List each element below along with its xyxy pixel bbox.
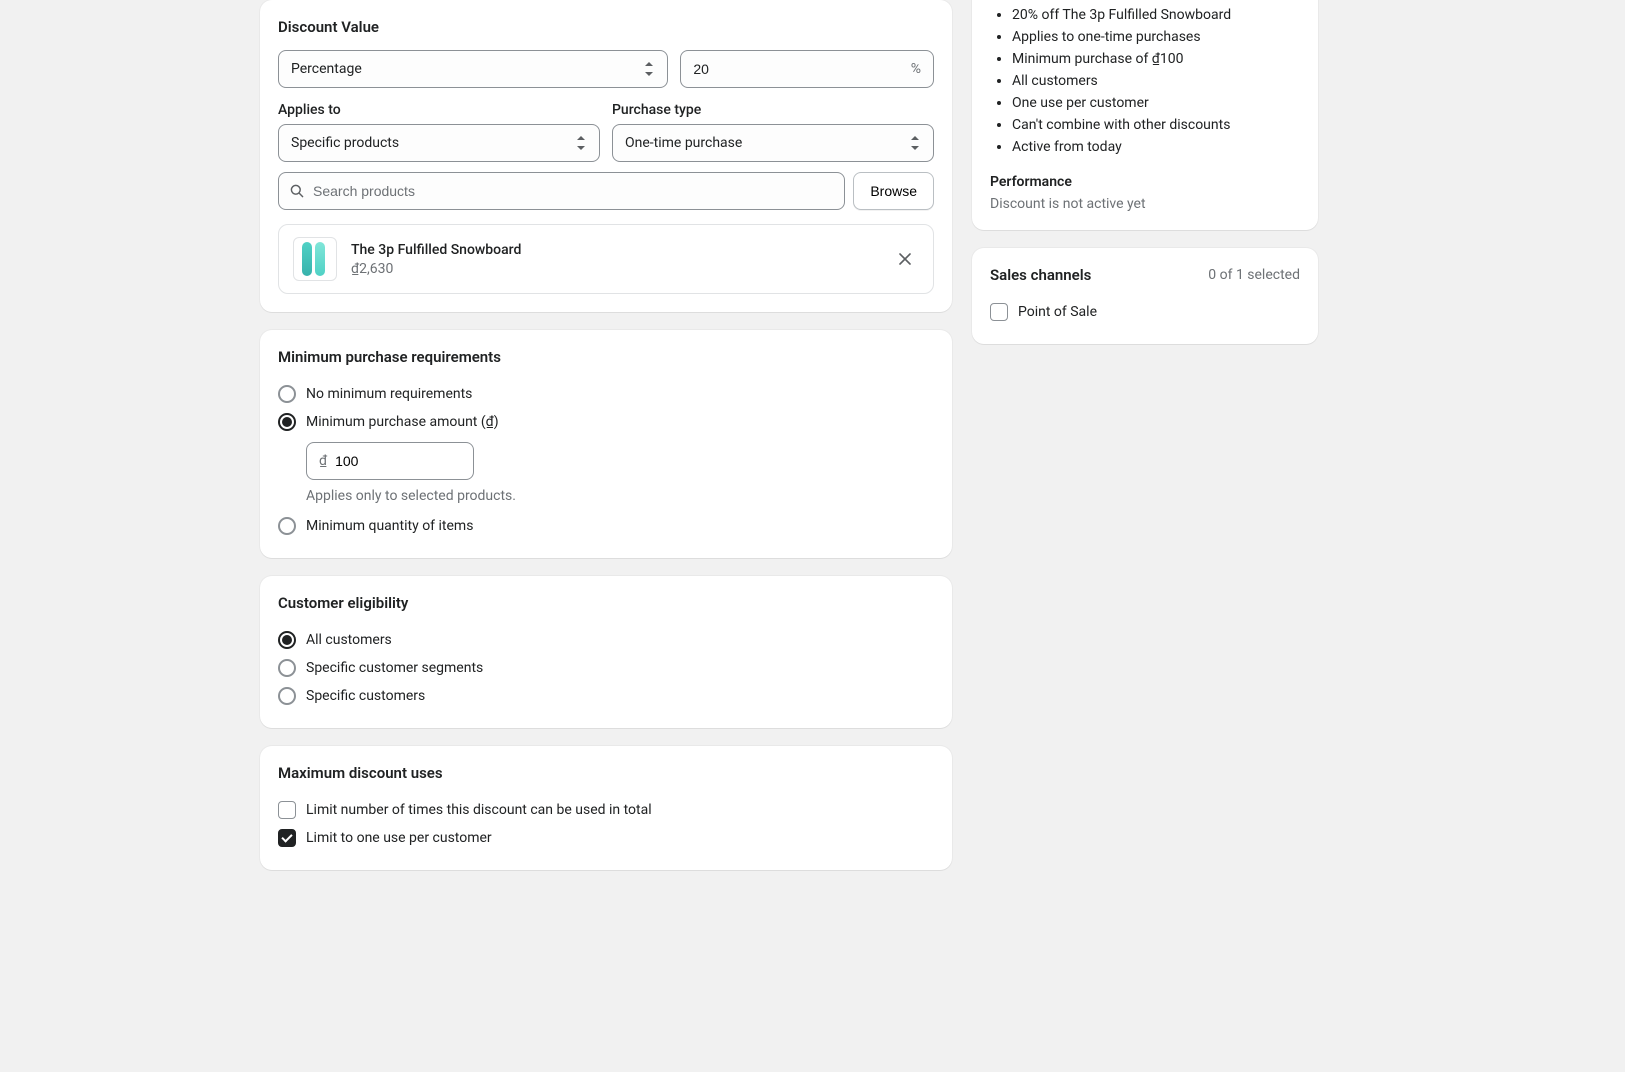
radio-no-minimum[interactable]: No minimum requirements: [278, 380, 934, 408]
currency-prefix: ₫: [319, 453, 327, 469]
discount-value-card: Discount Value Percentage % Applies to S…: [260, 0, 952, 312]
product-title: The 3p Fulfilled Snowboard: [351, 242, 877, 258]
min-amount-input[interactable]: [335, 453, 461, 469]
radio-min-qty-label: Minimum quantity of items: [306, 518, 473, 534]
radio-icon: [278, 517, 296, 535]
max-uses-title: Maximum discount uses: [278, 764, 934, 782]
browse-button[interactable]: Browse: [853, 172, 934, 210]
search-icon: [289, 183, 305, 199]
max-uses-card: Maximum discount uses Limit number of ti…: [260, 746, 952, 870]
selected-product-row: The 3p Fulfilled Snowboard ₫2,630: [278, 224, 934, 294]
remove-product-button[interactable]: [891, 245, 919, 273]
check-limit-total[interactable]: Limit number of times this discount can …: [278, 796, 934, 824]
percent-suffix: %: [911, 61, 921, 77]
radio-icon: [278, 631, 296, 649]
discount-type-select[interactable]: Percentage: [278, 50, 668, 88]
discount-amount-input[interactable]: [693, 61, 902, 77]
checkbox-icon: [278, 829, 296, 847]
discount-value-title: Discount Value: [278, 18, 934, 36]
check-pos-label: Point of Sale: [1018, 304, 1097, 320]
close-icon: [898, 252, 912, 266]
summary-item: Minimum purchase of ₫100: [1012, 48, 1300, 70]
radio-icon: [278, 413, 296, 431]
product-price: ₫2,630: [351, 261, 877, 277]
chevron-updown-icon: [643, 61, 655, 77]
applies-to-label: Applies to: [278, 102, 600, 118]
min-amount-field[interactable]: ₫: [306, 442, 474, 480]
radio-min-amount-label: Minimum purchase amount (₫): [306, 414, 499, 430]
discount-type-value: Percentage: [291, 61, 362, 77]
summary-item: Active from today: [1012, 136, 1300, 158]
summary-item: All customers: [1012, 70, 1300, 92]
checkbox-icon: [990, 303, 1008, 321]
performance-title: Performance: [990, 174, 1300, 190]
min-purchase-title: Minimum purchase requirements: [278, 348, 934, 366]
summary-item: One use per customer: [1012, 92, 1300, 114]
discount-amount-field[interactable]: %: [680, 50, 934, 88]
radio-all-customers-label: All customers: [306, 632, 392, 648]
purchase-type-value: One-time purchase: [625, 135, 742, 151]
radio-no-minimum-label: No minimum requirements: [306, 386, 472, 402]
summary-item: Applies to one-time purchases: [1012, 26, 1300, 48]
radio-segments-label: Specific customer segments: [306, 660, 483, 676]
summary-list: For Online Store 20% off The 3p Fulfille…: [990, 0, 1300, 158]
purchase-type-select[interactable]: One-time purchase: [612, 124, 934, 162]
summary-item: Can't combine with other discounts: [1012, 114, 1300, 136]
product-thumbnail: [293, 237, 337, 281]
check-limit-total-label: Limit number of times this discount can …: [306, 802, 652, 818]
check-limit-per-customer[interactable]: Limit to one use per customer: [278, 824, 934, 852]
sales-channels-card: Sales channels 0 of 1 selected Point of …: [972, 248, 1318, 344]
min-purchase-card: Minimum purchase requirements No minimum…: [260, 330, 952, 558]
chevron-updown-icon: [575, 135, 587, 151]
radio-icon: [278, 385, 296, 403]
performance-text: Discount is not active yet: [990, 196, 1300, 212]
search-products-field[interactable]: [278, 172, 845, 210]
purchase-type-label: Purchase type: [612, 102, 934, 118]
search-products-input[interactable]: [313, 183, 834, 199]
radio-specific-customers[interactable]: Specific customers: [278, 682, 934, 710]
channels-title: Sales channels: [990, 266, 1091, 284]
eligibility-card: Customer eligibility All customers Speci…: [260, 576, 952, 728]
check-limit-per-customer-label: Limit to one use per customer: [306, 830, 492, 846]
radio-specific-customers-label: Specific customers: [306, 688, 425, 704]
chevron-updown-icon: [909, 135, 921, 151]
radio-icon: [278, 659, 296, 677]
radio-segments[interactable]: Specific customer segments: [278, 654, 934, 682]
applies-to-select[interactable]: Specific products: [278, 124, 600, 162]
radio-min-qty[interactable]: Minimum quantity of items: [278, 512, 934, 540]
eligibility-title: Customer eligibility: [278, 594, 934, 612]
radio-all-customers[interactable]: All customers: [278, 626, 934, 654]
radio-min-amount[interactable]: Minimum purchase amount (₫): [278, 408, 934, 436]
applies-to-value: Specific products: [291, 135, 399, 151]
channels-count: 0 of 1 selected: [1208, 267, 1300, 283]
check-pos[interactable]: Point of Sale: [990, 298, 1300, 326]
summary-card: For Online Store 20% off The 3p Fulfille…: [972, 0, 1318, 230]
min-amount-help: Applies only to selected products.: [306, 488, 934, 504]
summary-item: 20% off The 3p Fulfilled Snowboard: [1012, 4, 1300, 26]
radio-icon: [278, 687, 296, 705]
checkbox-icon: [278, 801, 296, 819]
